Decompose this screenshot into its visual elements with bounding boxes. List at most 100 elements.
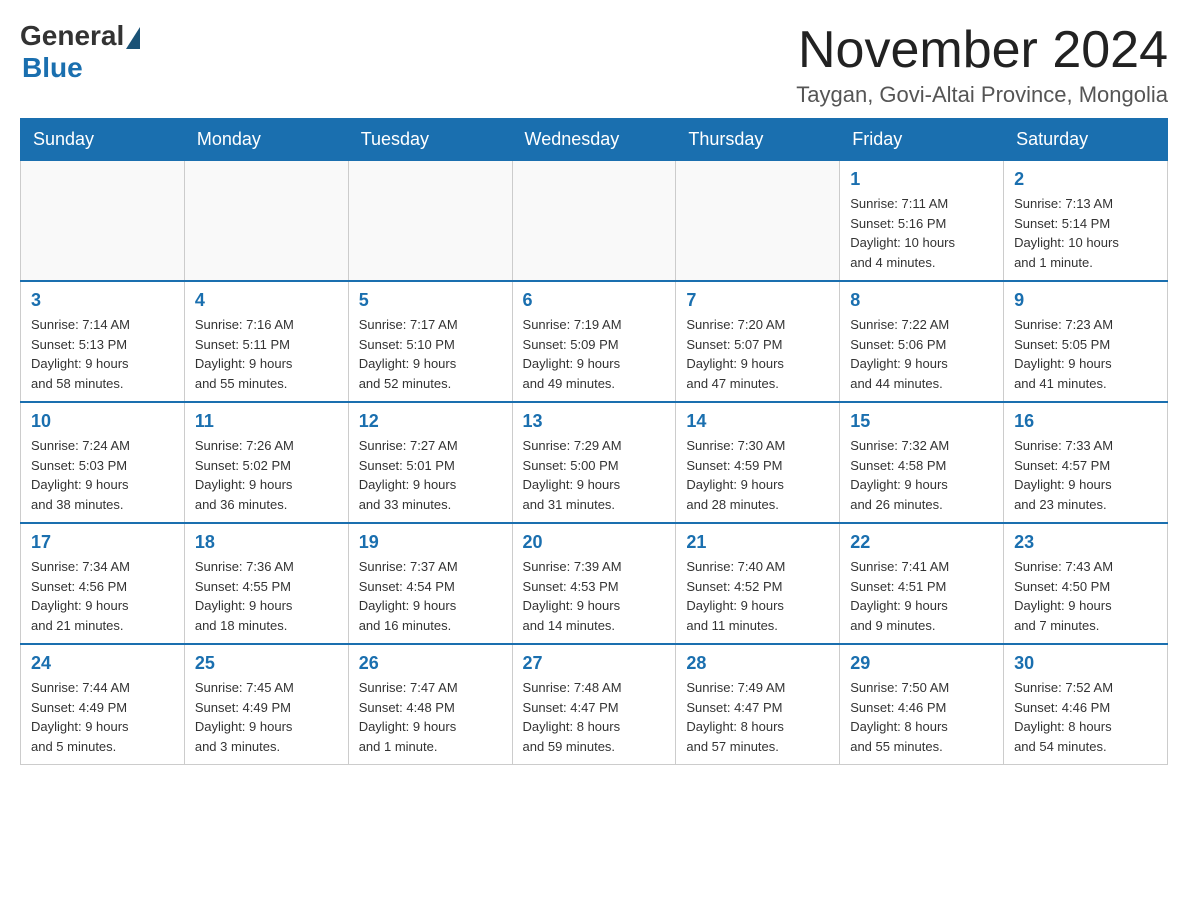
day-number: 20 (523, 532, 666, 553)
day-number: 5 (359, 290, 502, 311)
day-number: 19 (359, 532, 502, 553)
day-info: Sunrise: 7:39 AM Sunset: 4:53 PM Dayligh… (523, 557, 666, 635)
calendar-cell: 25 Sunrise: 7:45 AM Sunset: 4:49 PM Dayli… (184, 644, 348, 765)
day-info: Sunrise: 7:48 AM Sunset: 4:47 PM Dayligh… (523, 678, 666, 756)
calendar-cell: 23 Sunrise: 7:43 AM Sunset: 4:50 PM Dayli… (1004, 523, 1168, 644)
calendar-cell: 2 Sunrise: 7:13 AM Sunset: 5:14 PM Daylig… (1004, 161, 1168, 282)
page-header: General Blue November 2024 Taygan, Govi-… (20, 20, 1168, 108)
day-number: 15 (850, 411, 993, 432)
weekday-header-thursday: Thursday (676, 119, 840, 161)
day-number: 6 (523, 290, 666, 311)
day-info: Sunrise: 7:41 AM Sunset: 4:51 PM Dayligh… (850, 557, 993, 635)
calendar-week-row: 10 Sunrise: 7:24 AM Sunset: 5:03 PM Dayli… (21, 402, 1168, 523)
day-number: 26 (359, 653, 502, 674)
day-number: 2 (1014, 169, 1157, 190)
logo: General Blue (20, 20, 140, 84)
calendar-cell: 12 Sunrise: 7:27 AM Sunset: 5:01 PM Dayli… (348, 402, 512, 523)
day-info: Sunrise: 7:34 AM Sunset: 4:56 PM Dayligh… (31, 557, 174, 635)
calendar-cell: 3 Sunrise: 7:14 AM Sunset: 5:13 PM Daylig… (21, 281, 185, 402)
day-number: 8 (850, 290, 993, 311)
calendar-cell: 8 Sunrise: 7:22 AM Sunset: 5:06 PM Daylig… (840, 281, 1004, 402)
calendar-week-row: 1Sunrise: 7:11 AM Sunset: 5:16 PM Daylig… (21, 161, 1168, 282)
calendar-cell: 16Sunrise: 7:33 AM Sunset: 4:57 PM Dayli… (1004, 402, 1168, 523)
calendar-cell: 17 Sunrise: 7:34 AM Sunset: 4:56 PM Dayli… (21, 523, 185, 644)
day-info: Sunrise: 7:37 AM Sunset: 4:54 PM Dayligh… (359, 557, 502, 635)
day-info: Sunrise: 7:36 AM Sunset: 4:55 PM Dayligh… (195, 557, 338, 635)
month-title: November 2024 (796, 20, 1168, 80)
calendar-cell: 14 Sunrise: 7:30 AM Sunset: 4:59 PM Dayli… (676, 402, 840, 523)
calendar-cell: 21 Sunrise: 7:40 AM Sunset: 4:52 PM Dayli… (676, 523, 840, 644)
calendar-cell: 11 Sunrise: 7:26 AM Sunset: 5:02 PM Dayli… (184, 402, 348, 523)
calendar-cell (184, 161, 348, 282)
day-info: Sunrise: 7:27 AM Sunset: 5:01 PM Dayligh… (359, 436, 502, 514)
day-info: Sunrise: 7:43 AM Sunset: 4:50 PM Dayligh… (1014, 557, 1157, 635)
day-info: Sunrise: 7:40 AM Sunset: 4:52 PM Dayligh… (686, 557, 829, 635)
calendar-cell: 5 Sunrise: 7:17 AM Sunset: 5:10 PM Daylig… (348, 281, 512, 402)
calendar-cell: 24 Sunrise: 7:44 AM Sunset: 4:49 PM Dayli… (21, 644, 185, 765)
calendar-cell: 6 Sunrise: 7:19 AM Sunset: 5:09 PM Daylig… (512, 281, 676, 402)
calendar-cell: 1Sunrise: 7:11 AM Sunset: 5:16 PM Daylig… (840, 161, 1004, 282)
calendar-header-row: SundayMondayTuesdayWednesdayThursdayFrid… (21, 119, 1168, 161)
calendar-cell: 22Sunrise: 7:41 AM Sunset: 4:51 PM Dayli… (840, 523, 1004, 644)
day-number: 28 (686, 653, 829, 674)
calendar-cell: 15 Sunrise: 7:32 AM Sunset: 4:58 PM Dayli… (840, 402, 1004, 523)
day-number: 30 (1014, 653, 1157, 674)
day-number: 23 (1014, 532, 1157, 553)
location-title: Taygan, Govi-Altai Province, Mongolia (796, 82, 1168, 108)
day-info: Sunrise: 7:44 AM Sunset: 4:49 PM Dayligh… (31, 678, 174, 756)
day-info: Sunrise: 7:52 AM Sunset: 4:46 PM Dayligh… (1014, 678, 1157, 756)
calendar-cell: 13 Sunrise: 7:29 AM Sunset: 5:00 PM Dayli… (512, 402, 676, 523)
day-number: 27 (523, 653, 666, 674)
weekday-header-wednesday: Wednesday (512, 119, 676, 161)
day-number: 14 (686, 411, 829, 432)
weekday-header-sunday: Sunday (21, 119, 185, 161)
day-info: Sunrise: 7:22 AM Sunset: 5:06 PM Dayligh… (850, 315, 993, 393)
day-info: Sunrise: 7:49 AM Sunset: 4:47 PM Dayligh… (686, 678, 829, 756)
logo-triangle-icon (126, 27, 140, 49)
day-number: 12 (359, 411, 502, 432)
day-info: Sunrise: 7:30 AM Sunset: 4:59 PM Dayligh… (686, 436, 829, 514)
day-number: 21 (686, 532, 829, 553)
day-number: 3 (31, 290, 174, 311)
weekday-header-tuesday: Tuesday (348, 119, 512, 161)
day-info: Sunrise: 7:47 AM Sunset: 4:48 PM Dayligh… (359, 678, 502, 756)
day-number: 4 (195, 290, 338, 311)
day-info: Sunrise: 7:13 AM Sunset: 5:14 PM Dayligh… (1014, 194, 1157, 272)
calendar-cell (512, 161, 676, 282)
day-info: Sunrise: 7:19 AM Sunset: 5:09 PM Dayligh… (523, 315, 666, 393)
day-number: 13 (523, 411, 666, 432)
day-info: Sunrise: 7:29 AM Sunset: 5:00 PM Dayligh… (523, 436, 666, 514)
weekday-header-friday: Friday (840, 119, 1004, 161)
calendar-cell: 28 Sunrise: 7:49 AM Sunset: 4:47 PM Dayli… (676, 644, 840, 765)
calendar-cell: 27 Sunrise: 7:48 AM Sunset: 4:47 PM Dayli… (512, 644, 676, 765)
day-info: Sunrise: 7:23 AM Sunset: 5:05 PM Dayligh… (1014, 315, 1157, 393)
calendar-week-row: 24 Sunrise: 7:44 AM Sunset: 4:49 PM Dayli… (21, 644, 1168, 765)
calendar-week-row: 17 Sunrise: 7:34 AM Sunset: 4:56 PM Dayli… (21, 523, 1168, 644)
day-info: Sunrise: 7:16 AM Sunset: 5:11 PM Dayligh… (195, 315, 338, 393)
calendar-cell: 19 Sunrise: 7:37 AM Sunset: 4:54 PM Dayli… (348, 523, 512, 644)
day-info: Sunrise: 7:20 AM Sunset: 5:07 PM Dayligh… (686, 315, 829, 393)
day-number: 1 (850, 169, 993, 190)
calendar-cell: 4 Sunrise: 7:16 AM Sunset: 5:11 PM Daylig… (184, 281, 348, 402)
calendar-table: SundayMondayTuesdayWednesdayThursdayFrid… (20, 118, 1168, 765)
day-number: 29 (850, 653, 993, 674)
day-info: Sunrise: 7:14 AM Sunset: 5:13 PM Dayligh… (31, 315, 174, 393)
calendar-cell: 26 Sunrise: 7:47 AM Sunset: 4:48 PM Dayli… (348, 644, 512, 765)
day-info: Sunrise: 7:32 AM Sunset: 4:58 PM Dayligh… (850, 436, 993, 514)
day-number: 25 (195, 653, 338, 674)
day-number: 9 (1014, 290, 1157, 311)
calendar-cell: 30 Sunrise: 7:52 AM Sunset: 4:46 PM Dayli… (1004, 644, 1168, 765)
calendar-cell: 18Sunrise: 7:36 AM Sunset: 4:55 PM Dayli… (184, 523, 348, 644)
day-info: Sunrise: 7:26 AM Sunset: 5:02 PM Dayligh… (195, 436, 338, 514)
day-info: Sunrise: 7:45 AM Sunset: 4:49 PM Dayligh… (195, 678, 338, 756)
day-number: 11 (195, 411, 338, 432)
weekday-header-monday: Monday (184, 119, 348, 161)
day-number: 24 (31, 653, 174, 674)
day-number: 7 (686, 290, 829, 311)
day-info: Sunrise: 7:33 AM Sunset: 4:57 PM Dayligh… (1014, 436, 1157, 514)
day-number: 17 (31, 532, 174, 553)
day-info: Sunrise: 7:24 AM Sunset: 5:03 PM Dayligh… (31, 436, 174, 514)
day-number: 10 (31, 411, 174, 432)
calendar-cell (676, 161, 840, 282)
day-info: Sunrise: 7:17 AM Sunset: 5:10 PM Dayligh… (359, 315, 502, 393)
